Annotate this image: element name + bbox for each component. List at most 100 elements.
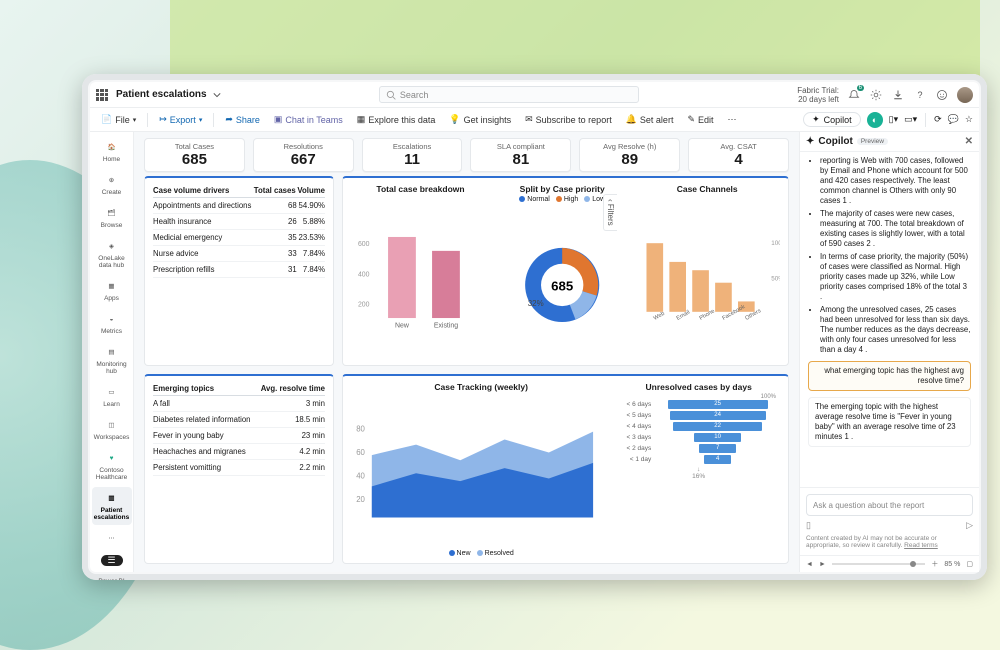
- feedback-icon[interactable]: [935, 88, 949, 102]
- kpi-label: Total Cases: [145, 142, 244, 151]
- nav-browse[interactable]: 🗂Browse: [92, 202, 132, 233]
- table-row[interactable]: Medicial emergency3523.53%: [153, 230, 325, 246]
- file-menu[interactable]: 📄 File ▾: [96, 112, 141, 127]
- nav-patient-escalations[interactable]: ▥Patient escalations: [92, 487, 132, 525]
- nav-metrics[interactable]: ◒Metrics: [92, 308, 132, 339]
- avatar[interactable]: [957, 87, 973, 103]
- nav-monitor[interactable]: ▤Monitoring hub: [92, 341, 132, 379]
- bar-row: < 5 days24: [617, 411, 780, 420]
- nav-learn[interactable]: ▭Learn: [92, 381, 132, 412]
- download-icon[interactable]: [891, 88, 905, 102]
- copilot-bullet: Among the unresolved cases, 25 cases had…: [820, 305, 971, 355]
- help-icon[interactable]: ?: [913, 88, 927, 102]
- fit-page-icon[interactable]: ▢: [966, 560, 973, 568]
- close-icon[interactable]: ✕: [965, 136, 973, 147]
- refresh-icon[interactable]: ⟳: [934, 114, 942, 125]
- donut-pct: 32%: [528, 299, 544, 308]
- nav-powerbi[interactable]: Power BI: [92, 574, 132, 580]
- table-row[interactable]: A fall3 min: [153, 396, 325, 412]
- table-row[interactable]: Appointments and directions6854.90%: [153, 198, 325, 214]
- top-charts-card[interactable]: Total case breakdown 600 400 200 New Exi…: [342, 176, 789, 366]
- svg-text:20: 20: [356, 495, 365, 504]
- set-alert-button[interactable]: 🔔 Set alert: [621, 112, 679, 127]
- donut-center: 685: [551, 278, 573, 293]
- kpi-card[interactable]: SLA compliant81: [470, 138, 571, 172]
- nav-home[interactable]: 🏠Home: [92, 136, 132, 167]
- filters-pane-toggle[interactable]: ‹ Filters: [603, 194, 617, 231]
- copilot-answer: The emerging topic with the highest aver…: [808, 397, 971, 447]
- app-launcher-icon[interactable]: [96, 89, 108, 101]
- kpi-value: 11: [363, 151, 462, 168]
- xlabel-existing: Existing: [434, 322, 458, 329]
- notify-badge: 6: [857, 85, 864, 91]
- settings-icon[interactable]: [869, 88, 883, 102]
- table-row[interactable]: Diabetes related information18.5 min: [153, 412, 325, 428]
- sparkle-icon: ✦: [806, 136, 814, 147]
- nav-contoso[interactable]: ♥Contoso Healthcare: [92, 447, 132, 485]
- kpi-card[interactable]: Escalations11: [362, 138, 463, 172]
- comment-icon[interactable]: 💬: [948, 114, 959, 125]
- share-button[interactable]: ➦ Share: [220, 112, 265, 127]
- read-terms-link[interactable]: Read terms: [904, 542, 938, 549]
- kpi-value: 667: [254, 151, 353, 168]
- table-row[interactable]: Health insurance265.88%: [153, 214, 325, 230]
- notifications-icon[interactable]: 6: [847, 88, 861, 102]
- explore-data-button[interactable]: ▦ Explore this data: [352, 112, 441, 127]
- copilot-bullet: In terms of case priority, the majority …: [820, 252, 971, 302]
- nav-apps[interactable]: ▦Apps: [92, 275, 132, 306]
- zoom-slider[interactable]: [832, 563, 926, 565]
- more-button[interactable]: ⋯: [723, 112, 742, 127]
- kpi-value: 89: [580, 151, 679, 168]
- emerging-topics-card[interactable]: Emerging topicsAvg. resolve time A fall3…: [144, 374, 334, 564]
- table-row[interactable]: Nurse advice337.84%: [153, 246, 325, 262]
- user-prompt: what emerging topic has the highest avg …: [808, 361, 971, 391]
- svg-text:100%: 100%: [772, 240, 780, 247]
- table-row[interactable]: Heachaches and migranes4.2 min: [153, 444, 325, 460]
- kpi-label: SLA compliant: [471, 142, 570, 151]
- search-input[interactable]: Search: [379, 86, 639, 103]
- kpi-label: Resolutions: [254, 142, 353, 151]
- copilot-panel: ✦ Copilot Preview ✕ reporting is Web wit…: [799, 132, 979, 572]
- chat-teams-button[interactable]: ▣ Chat in Teams: [269, 112, 348, 127]
- page-nav-prev[interactable]: ◄: [806, 561, 813, 568]
- star-icon[interactable]: ☆: [965, 114, 973, 125]
- copilot-toggle[interactable]: ✦ Copilot: [803, 112, 861, 127]
- breadcrumb[interactable]: Patient escalations: [116, 89, 221, 100]
- svg-text:Web: Web: [653, 311, 666, 322]
- bookmark-icon[interactable]: ▯▾: [889, 114, 898, 125]
- nav-list-toggle[interactable]: ☰: [101, 555, 123, 566]
- nav-create[interactable]: ⊕Create: [92, 169, 132, 200]
- svg-text:600: 600: [358, 241, 370, 248]
- kpi-card[interactable]: Avg. CSAT4: [688, 138, 789, 172]
- subscribe-button[interactable]: ✉ Subscribe to report: [520, 112, 617, 127]
- export-button[interactable]: ↦ Export ▾: [154, 112, 207, 127]
- drivers-table: Case volume driversTotal casesVolume App…: [153, 184, 325, 278]
- kpi-card[interactable]: Resolutions667: [253, 138, 354, 172]
- copilot-thread[interactable]: reporting is Web with 700 cases, followe…: [800, 152, 979, 487]
- status-bar: ◄ ► ＋ 85 % ▢: [800, 555, 979, 572]
- kpi-value: 685: [145, 151, 244, 168]
- emerging-table: Emerging topicsAvg. resolve time A fall3…: [153, 382, 325, 476]
- bottom-charts-card[interactable]: Case Tracking (weekly) 80 60 40 20 NewRe…: [342, 374, 789, 564]
- case-volume-drivers-card[interactable]: Case volume driversTotal casesVolume App…: [144, 176, 334, 366]
- kpi-card[interactable]: Total Cases685: [144, 138, 245, 172]
- nav-workspaces[interactable]: ◫Workspaces: [92, 414, 132, 445]
- edit-button[interactable]: ✎ Edit: [682, 112, 718, 127]
- table-row[interactable]: Fever in young baby23 min: [153, 428, 325, 444]
- table-row[interactable]: Persistent vomitting2.2 min: [153, 460, 325, 476]
- view-icon[interactable]: ▭▾: [904, 114, 917, 125]
- copilot-input[interactable]: Ask a question about the report: [806, 494, 973, 516]
- copilot-disclaimer: Content created by AI may not be accurat…: [806, 535, 973, 549]
- get-insights-button[interactable]: 💡 Get insights: [444, 112, 516, 127]
- nav-more[interactable]: ⋯: [92, 527, 132, 551]
- bar-row: < 4 days22: [617, 422, 780, 431]
- table-row[interactable]: Prescription refills317.84%: [153, 262, 325, 278]
- attach-icon[interactable]: ▯: [806, 520, 811, 531]
- send-icon[interactable]: ▷: [966, 520, 973, 531]
- page-nav-next[interactable]: ►: [819, 561, 826, 568]
- unresolved-chart: Unresolved cases by days 100% < 6 days25…: [617, 382, 780, 557]
- copilot-launch-icon[interactable]: ◐: [867, 112, 883, 128]
- chevron-down-icon: [213, 91, 221, 99]
- nav-onelake[interactable]: ◈OneLake data hub: [92, 235, 132, 273]
- kpi-card[interactable]: Avg Resolve (h)89: [579, 138, 680, 172]
